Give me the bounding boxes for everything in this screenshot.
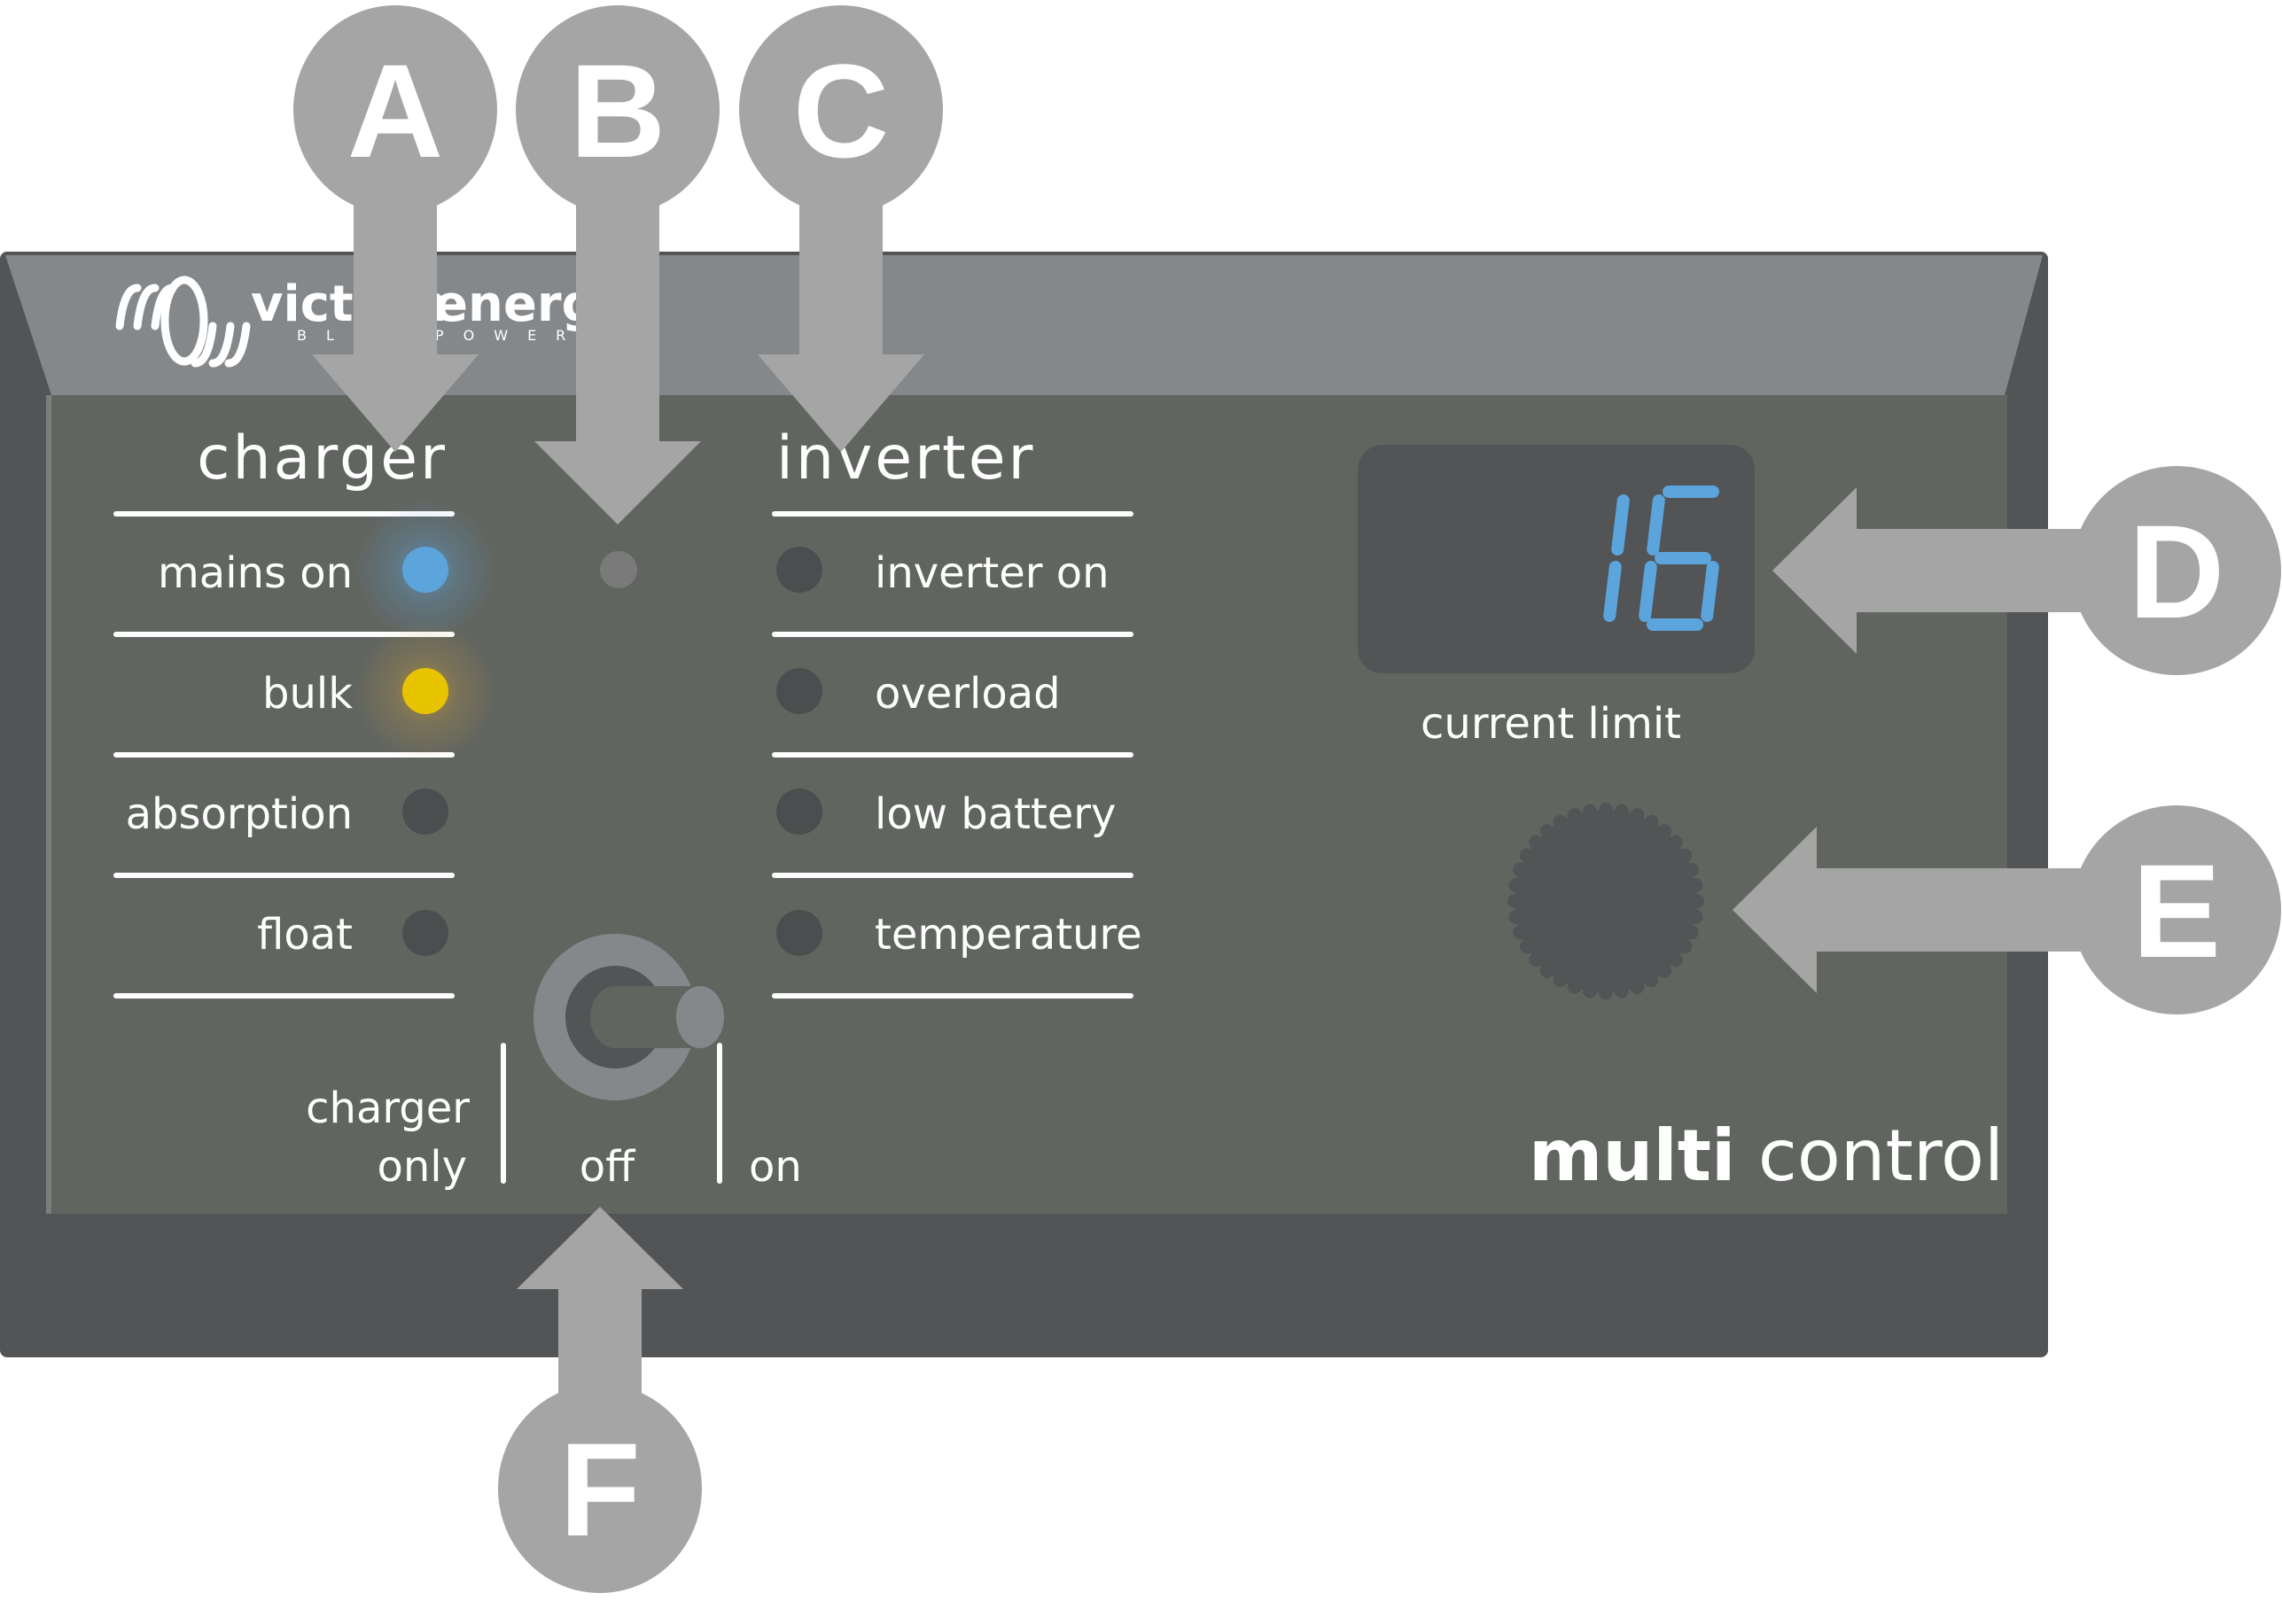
knob-knurl[interactable] bbox=[1630, 808, 1645, 823]
callout-letter: B bbox=[570, 36, 666, 185]
knob-knurl[interactable] bbox=[1583, 983, 1598, 998]
inverter-on-led bbox=[776, 547, 822, 593]
digit-segment bbox=[1639, 561, 1657, 622]
knob-knurl[interactable] bbox=[1567, 808, 1582, 823]
knob-knurl[interactable] bbox=[1583, 804, 1598, 819]
knob-knurl[interactable] bbox=[1539, 963, 1554, 978]
digit-segment bbox=[1701, 561, 1719, 622]
inverter-led-label: temperature bbox=[875, 910, 1142, 960]
absorption-led bbox=[402, 789, 448, 835]
callout-letter: E bbox=[2132, 836, 2221, 985]
knob-knurl[interactable] bbox=[1508, 878, 1523, 893]
inverter-title: inverter bbox=[776, 423, 1035, 493]
digit-segment bbox=[1647, 494, 1665, 556]
knob-knurl[interactable] bbox=[1614, 983, 1629, 998]
digit-segment bbox=[1611, 494, 1630, 556]
temperature-led bbox=[776, 910, 822, 956]
callout-shaft bbox=[576, 195, 659, 443]
callout-letter: F bbox=[559, 1415, 641, 1564]
charger-led-label: bulk bbox=[262, 669, 353, 719]
mains-on-led bbox=[402, 547, 448, 593]
switch-lever-tip[interactable] bbox=[676, 986, 724, 1048]
knob-knurl[interactable] bbox=[1508, 909, 1523, 924]
knob-knurl[interactable] bbox=[1688, 878, 1703, 893]
knob-knurl[interactable] bbox=[1519, 848, 1534, 863]
knob-knurl[interactable] bbox=[1668, 835, 1683, 850]
middle-led bbox=[600, 551, 637, 588]
panel-left-highlight bbox=[46, 395, 51, 1214]
knob-knurl[interactable] bbox=[1644, 973, 1659, 988]
brand-tagline: BLUE POWER bbox=[297, 327, 585, 344]
callout-shaft bbox=[1817, 868, 2096, 952]
knob-knurl[interactable] bbox=[1678, 848, 1693, 863]
knob-knurl[interactable] bbox=[1529, 835, 1544, 850]
knob-knurl[interactable] bbox=[1599, 985, 1613, 999]
callout-shaft bbox=[799, 195, 883, 354]
charger-led-label: mains on bbox=[158, 548, 353, 598]
float-led bbox=[402, 910, 448, 956]
knob-knurl[interactable] bbox=[1539, 824, 1554, 839]
multi-control-diagram: victron energy BLUE POWER charger mains … bbox=[0, 5, 2281, 1593]
callout-letter: C bbox=[793, 36, 889, 185]
knob-knurl[interactable] bbox=[1678, 939, 1693, 954]
knob-knurl[interactable] bbox=[1657, 824, 1672, 839]
overload-led bbox=[776, 668, 822, 714]
knob-knurl[interactable] bbox=[1513, 925, 1528, 940]
callout-shaft bbox=[354, 195, 437, 354]
knob-knurl[interactable] bbox=[1567, 979, 1582, 994]
charger-led-label: absorption bbox=[126, 789, 353, 839]
inverter-led-label: inverter on bbox=[875, 548, 1110, 598]
product-name-regular: control bbox=[1735, 1115, 2004, 1197]
knob-knurl[interactable] bbox=[1657, 963, 1672, 978]
callout-shaft bbox=[1857, 529, 2096, 612]
low-battery-led bbox=[776, 789, 822, 835]
knob-knurl[interactable] bbox=[1513, 862, 1528, 877]
knob-knurl[interactable] bbox=[1630, 979, 1645, 994]
inverter-led-label: low battery bbox=[875, 789, 1116, 839]
callout-letter: D bbox=[2129, 497, 2224, 646]
knob-knurl[interactable] bbox=[1507, 894, 1522, 908]
inverter-led-label: overload bbox=[875, 669, 1061, 719]
knob-knurl[interactable] bbox=[1614, 804, 1629, 819]
knob-knurl[interactable] bbox=[1690, 894, 1704, 908]
bulk-led bbox=[402, 668, 448, 714]
knob-body[interactable] bbox=[1515, 810, 1697, 992]
knob-knurl[interactable] bbox=[1553, 973, 1568, 988]
knob-knurl[interactable] bbox=[1519, 939, 1534, 954]
callout-shaft bbox=[558, 1287, 642, 1411]
knob-knurl[interactable] bbox=[1529, 952, 1544, 967]
knob-knurl[interactable] bbox=[1599, 803, 1613, 817]
knob-knurl[interactable] bbox=[1668, 952, 1683, 967]
product-name-bold: multi bbox=[1529, 1115, 1735, 1197]
knob-knurl[interactable] bbox=[1688, 909, 1703, 924]
knob-knurl[interactable] bbox=[1553, 814, 1568, 829]
charger-led-label: float bbox=[257, 910, 353, 960]
product-name: multi control bbox=[1529, 1115, 2004, 1197]
knob-knurl[interactable] bbox=[1684, 862, 1699, 877]
callout-letter: A bbox=[347, 36, 443, 185]
switch-label-only: only bbox=[377, 1142, 467, 1192]
switch-label-charger: charger bbox=[306, 1084, 470, 1133]
switch-label-off: off bbox=[580, 1142, 635, 1192]
knob-knurl[interactable] bbox=[1644, 814, 1659, 829]
knob-knurl[interactable] bbox=[1684, 925, 1699, 940]
display-label: current limit bbox=[1421, 699, 1681, 749]
switch-label-on: on bbox=[749, 1142, 802, 1192]
digit-segment bbox=[1603, 561, 1622, 622]
